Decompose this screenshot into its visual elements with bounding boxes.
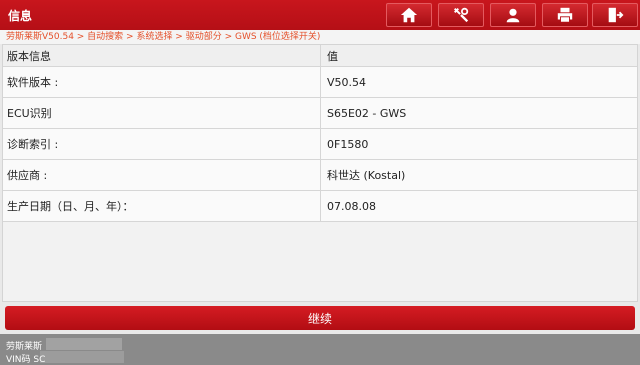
table-row: ECU识别 S65E02 - GWS	[3, 98, 637, 129]
redacted-area	[46, 338, 122, 350]
table-row: 软件版本 : V50.54	[3, 67, 637, 98]
print-button[interactable]	[542, 3, 588, 27]
top-bar: 信息	[0, 0, 640, 30]
page-title: 信息	[8, 9, 33, 23]
row-label: 软件版本 :	[3, 67, 321, 97]
column-header-info: 版本信息	[3, 45, 321, 66]
vin-label: VIN码 SC	[6, 355, 46, 365]
column-header-value: 值	[327, 49, 338, 63]
row-value: 07.08.08	[327, 199, 376, 213]
print-icon	[557, 7, 573, 23]
continue-button[interactable]: 继续	[5, 306, 635, 330]
table-row: 供应商 : 科世达 (Kostal)	[3, 160, 637, 191]
table-row: 诊断索引 : 0F1580	[3, 129, 637, 160]
diagnose-icon	[453, 7, 469, 23]
vehicle-make: 劳斯莱斯	[6, 342, 43, 352]
row-value: S65E02 - GWS	[327, 106, 407, 120]
row-value: 科世达 (Kostal)	[327, 169, 406, 182]
row-label: 诊断索引 :	[3, 129, 321, 159]
exit-icon	[608, 7, 624, 23]
redacted-area	[40, 351, 124, 363]
user-button[interactable]	[490, 3, 536, 27]
row-label: 供应商 :	[3, 160, 321, 190]
row-value: V50.54	[327, 75, 367, 89]
user-icon	[506, 8, 520, 23]
home-button[interactable]	[386, 3, 432, 27]
row-label: 生产日期（日、月、年）：	[3, 191, 321, 221]
diagnose-button[interactable]	[438, 3, 484, 27]
info-table: 版本信息 值 软件版本 : V50.54 ECU识别 S65E02 - GWS …	[2, 44, 638, 302]
row-label: ECU识别	[3, 98, 321, 128]
exit-button[interactable]	[592, 3, 638, 27]
table-row: 生产日期（日、月、年）： 07.08.08	[3, 191, 637, 222]
row-value: 0F1580	[327, 137, 369, 151]
home-icon	[400, 7, 418, 23]
table-header: 版本信息 值	[3, 45, 637, 67]
vehicle-footer: 劳斯莱斯 VIN码 SC	[0, 334, 640, 365]
breadcrumb: 劳斯莱斯V50.54 > 自动搜索 > 系统选择 > 驱动部分 > GWS (档…	[0, 30, 640, 44]
